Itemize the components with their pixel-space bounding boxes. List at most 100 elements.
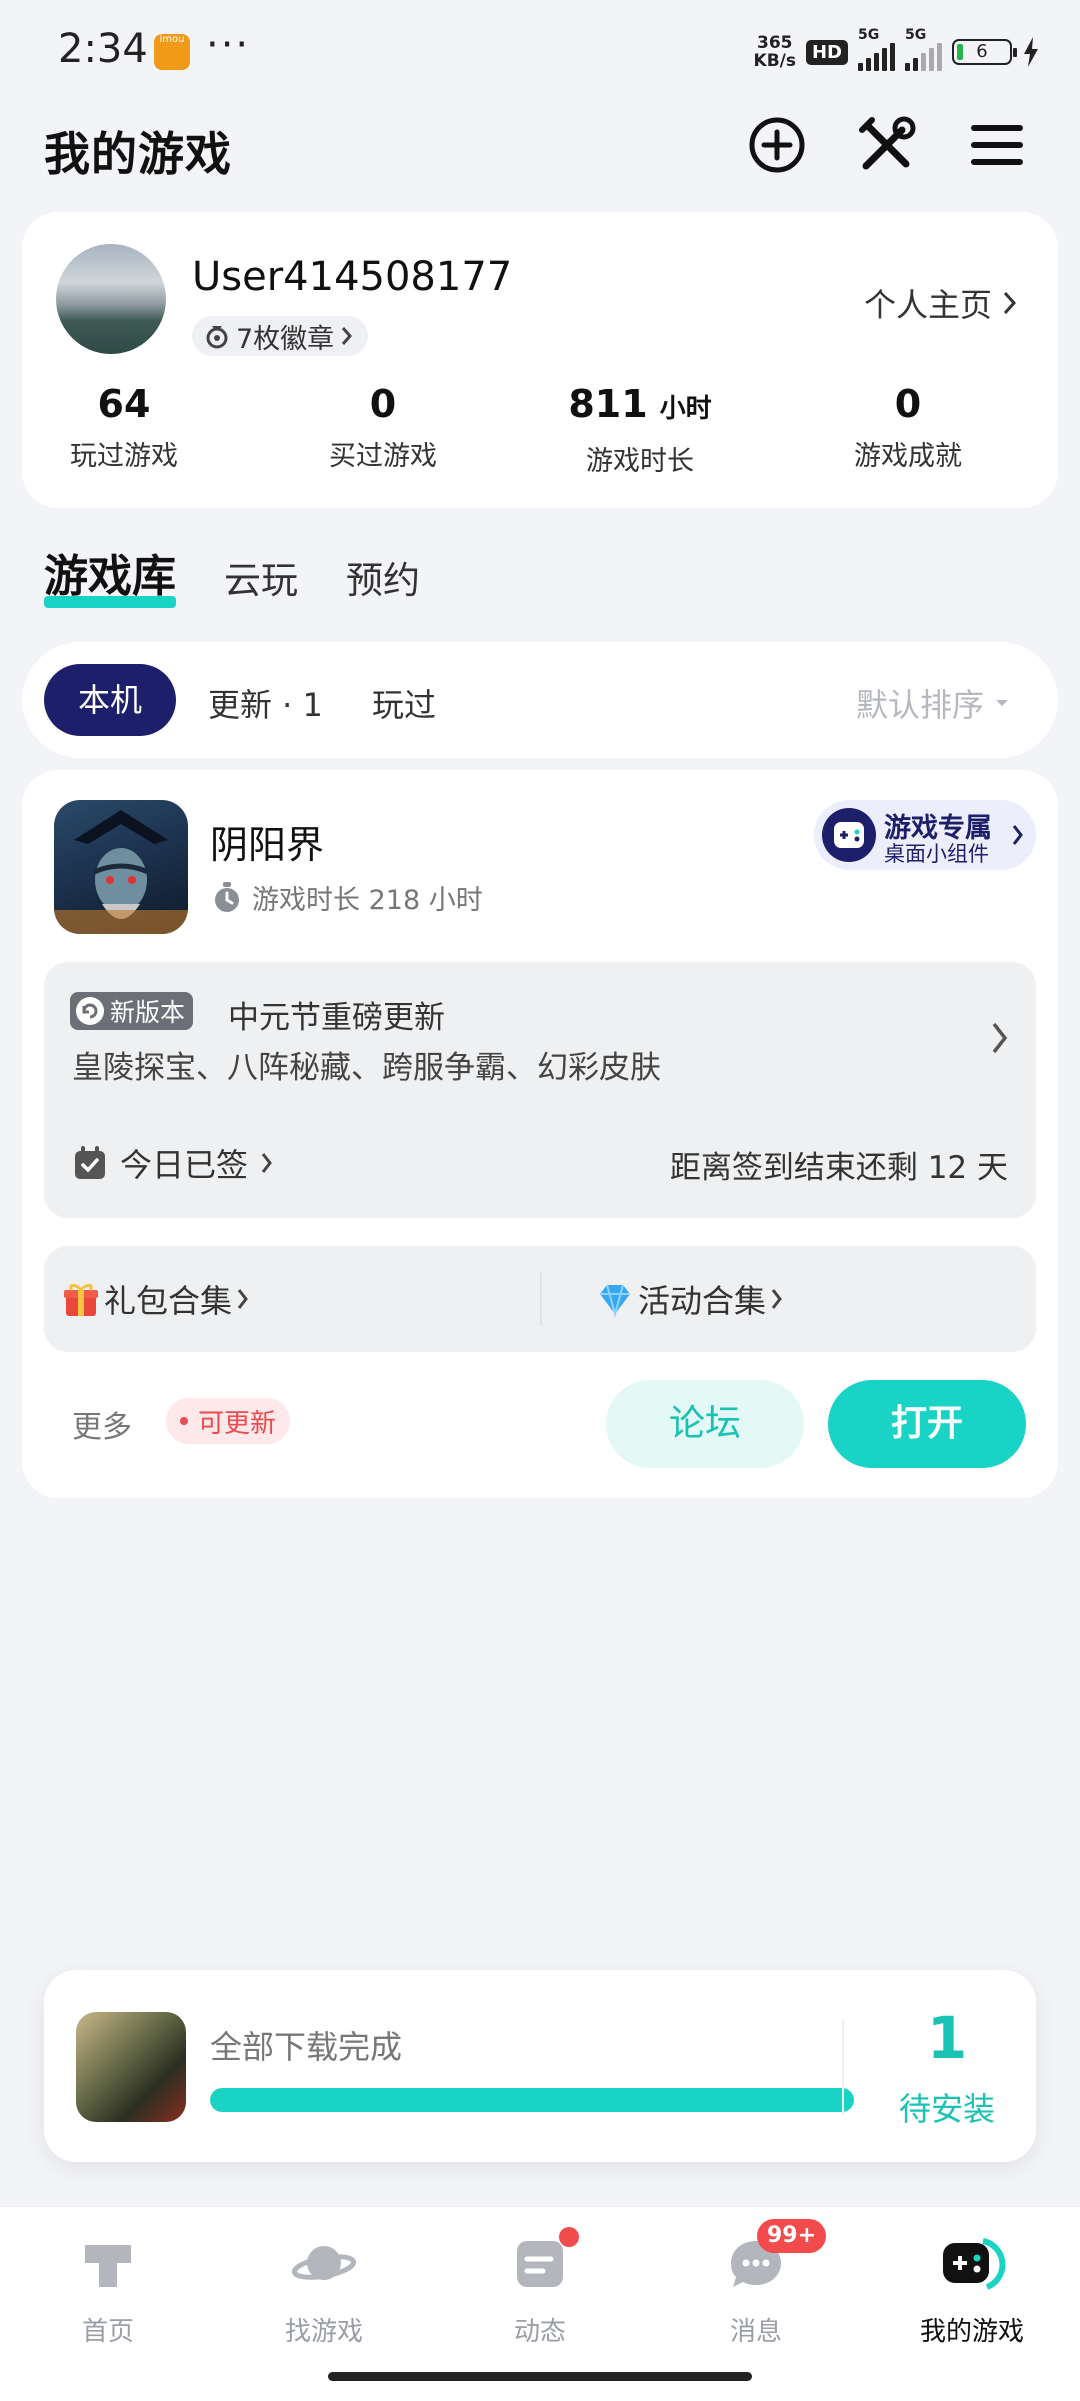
stat-value: 811 (568, 382, 648, 426)
filter-played[interactable]: 玩过 (372, 680, 436, 726)
home-indicator[interactable] (328, 2372, 752, 2381)
hd-icon: HD (805, 39, 848, 65)
chevron-right-icon (1003, 291, 1017, 315)
nav-label: 动态 (513, 2317, 566, 2347)
gift-collection-link[interactable]: 礼包合集 (62, 1276, 250, 1322)
nav-home[interactable]: 首页 (0, 2229, 216, 2348)
nav-messages[interactable]: 99+ 消息 (648, 2219, 864, 2348)
tab-library[interactable]: 游戏库 (44, 540, 176, 608)
update-description: 皇陵探宝、八阵秘藏、跨服争霸、幻彩皮肤 (72, 1050, 661, 1086)
badges-label: 7枚徽章 (236, 323, 335, 355)
imou-app-icon: imou (154, 34, 190, 70)
download-status-text: 全部下载完成 (210, 2028, 403, 2066)
stat-bought-games[interactable]: 0 买过游戏 (263, 380, 503, 473)
more-button[interactable]: 更多 (72, 1402, 132, 1446)
stat-play-time[interactable]: 811 小时 游戏时长 (520, 380, 760, 478)
game-name: 阴阳界 (210, 823, 325, 867)
status-bar: 2:34 imou ··· 365 KB/s HD 5G 5G 6 (0, 0, 1080, 100)
imou-app-icon-text: imou (159, 34, 185, 45)
profile-home-link[interactable]: 个人主页 (864, 280, 1018, 326)
stat-label: 玩过游戏 (70, 441, 178, 472)
gift-icon (64, 1283, 98, 1316)
nav-find-games[interactable]: 找游戏 (216, 2229, 432, 2348)
stat-label: 游戏成就 (854, 441, 962, 472)
library-tabs: 游戏库 云玩 预约 (44, 540, 420, 608)
update-info-box[interactable]: 新版本 中元节重磅更新 皇陵探宝、八阵秘藏、跨服争霸、幻彩皮肤 今日已签 距离签… (44, 962, 1036, 1218)
chevron-right-icon (1012, 825, 1023, 845)
diamond-icon (600, 1284, 630, 1318)
signal-label-2: 5G (905, 27, 927, 43)
badges-pill[interactable]: 7枚徽章 (192, 316, 369, 356)
pending-install-count: 1 (926, 2004, 968, 2072)
tab-cloud-play[interactable]: 云玩 (224, 550, 298, 604)
game-playtime-text: 游戏时长 218 小时 (252, 885, 483, 916)
nav-my-games[interactable]: 我的游戏 (864, 2229, 1080, 2348)
divider (842, 2020, 844, 2114)
avatar[interactable] (56, 244, 166, 354)
nav-feed[interactable]: 动态 (432, 2227, 648, 2348)
download-status-card[interactable]: 全部下载完成 1 待安装 (44, 1970, 1036, 2162)
menu-icon[interactable] (962, 110, 1032, 180)
refresh-icon (76, 997, 104, 1025)
stat-unit: 小时 (659, 394, 712, 424)
forum-button[interactable]: 论坛 (606, 1380, 804, 1468)
chevron-right-icon (237, 1289, 248, 1309)
feed-new-dot (559, 2227, 579, 2247)
red-dot-icon (180, 1417, 188, 1425)
profile-home-label: 个人主页 (863, 286, 992, 324)
filter-updates[interactable]: 更新 · 1 (208, 680, 323, 726)
nav-label: 找游戏 (284, 2317, 363, 2347)
profile-card: User414508177 7枚徽章 个人主页 64 玩过游戏 0 买过游戏 8… (22, 212, 1058, 508)
updatable-label: 可更新 (198, 1408, 277, 1439)
chevron-right-icon (261, 1153, 272, 1173)
tab-reservations[interactable]: 预约 (346, 550, 420, 604)
network-speed: 365 KB/s (754, 34, 796, 70)
charging-icon (1024, 37, 1038, 67)
collections-row: 礼包合集 活动合集 (44, 1246, 1036, 1352)
add-circle-icon[interactable] (742, 110, 812, 180)
planet-icon (289, 2229, 359, 2299)
activity-collection-label: 活动合集 (638, 1282, 767, 1320)
chevron-right-icon (992, 1022, 1008, 1054)
game-icon[interactable] (54, 800, 188, 934)
stat-value: 0 (894, 382, 922, 426)
chevron-right-icon (342, 327, 353, 345)
signal-icon-2: 5G (905, 27, 942, 71)
battery-level: 6 (976, 41, 988, 62)
status-indicators: 365 KB/s HD 5G 5G 6 (754, 27, 1040, 72)
downloaded-game-icon (76, 2012, 186, 2122)
download-progress-fill (210, 2088, 854, 2112)
page-title: 我的游戏 (44, 127, 232, 181)
daily-signin[interactable]: 今日已签 (72, 1140, 274, 1186)
signal-label: 5G (858, 27, 880, 43)
updatable-badge[interactable]: 可更新 (166, 1398, 291, 1444)
home-icon (73, 2229, 143, 2299)
gamepad-icon (937, 2229, 1007, 2299)
filter-bar: 本机 更新 · 1 玩过 默认排序 (22, 642, 1058, 758)
download-progress-bar (210, 2088, 854, 2112)
activity-collection-link[interactable]: 活动合集 (596, 1276, 784, 1322)
tools-icon[interactable] (852, 110, 922, 180)
stat-achievements[interactable]: 0 游戏成就 (788, 380, 1028, 473)
signal-icon: 5G (858, 27, 895, 71)
more-notifications-icon: ··· (206, 22, 251, 68)
open-game-button[interactable]: 打开 (828, 1380, 1026, 1468)
feed-icon (505, 2227, 579, 2299)
stat-label: 买过游戏 (329, 441, 437, 472)
medal-icon (206, 326, 228, 349)
divider (540, 1272, 542, 1326)
pending-install-label: 待安装 (898, 2090, 995, 2128)
network-speed-value: 365 (757, 33, 793, 53)
caret-down-icon (996, 700, 1008, 706)
stat-value: 0 (369, 382, 397, 426)
game-playtime: 游戏时长 218 小时 (212, 878, 483, 917)
filter-local[interactable]: 本机 (44, 664, 176, 736)
desktop-widget-button[interactable]: 游戏专属 桌面小组件 (814, 800, 1036, 870)
nav-label: 我的游戏 (919, 2317, 1024, 2347)
update-title: 中元节重磅更新 (228, 1000, 445, 1036)
sort-dropdown[interactable]: 默认排序 (856, 680, 1010, 726)
stat-played-games[interactable]: 64 玩过游戏 (4, 380, 244, 473)
calendar-check-icon (75, 1146, 105, 1179)
new-version-label: 新版本 (110, 998, 186, 1027)
gamepad-widget-icon (822, 808, 876, 862)
